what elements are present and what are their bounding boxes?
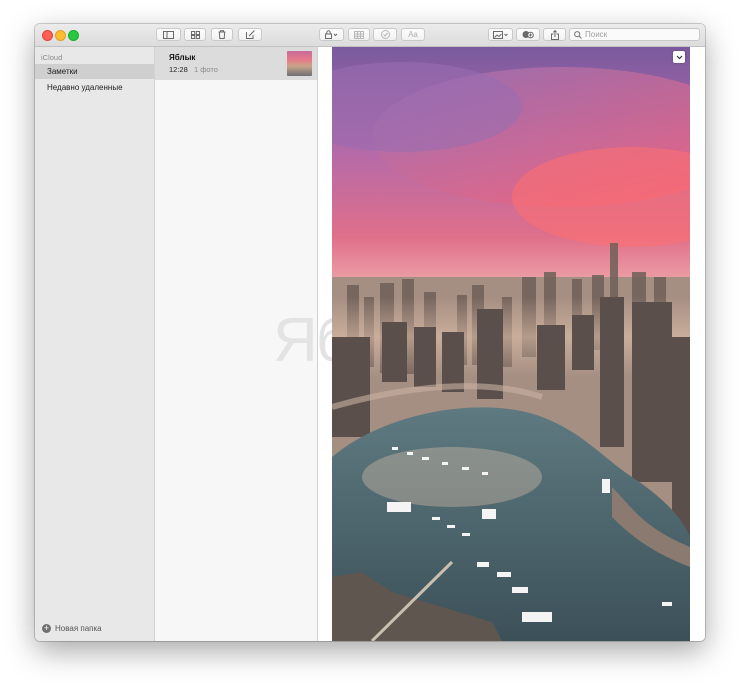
city-photo — [332, 47, 690, 641]
chevron-down-icon — [676, 55, 682, 59]
share-icon — [550, 29, 559, 40]
notes-window: Aa iCloud Заметки Недавно удаленные + Но… — [35, 24, 705, 641]
note-time: 12:28 — [169, 65, 188, 74]
collaborate-button[interactable] — [516, 28, 540, 41]
gallery-view-button[interactable] — [184, 28, 206, 41]
format-label: Aa — [408, 30, 418, 39]
trash-icon — [218, 30, 226, 39]
toolbar: Aa — [35, 24, 705, 47]
share-button[interactable] — [543, 28, 566, 41]
compose-icon — [245, 30, 255, 39]
table-icon — [354, 30, 364, 39]
note-thumbnail — [287, 51, 312, 76]
attachment-menu-button[interactable] — [673, 51, 685, 63]
sidebar-item-recently-deleted[interactable]: Недавно удаленные — [35, 80, 154, 95]
table-button[interactable] — [348, 28, 370, 41]
search-field[interactable] — [569, 28, 700, 41]
zoom-button[interactable] — [68, 30, 79, 41]
delete-button[interactable] — [211, 28, 233, 41]
new-folder-label: Новая папка — [55, 624, 102, 633]
sidebar: iCloud Заметки Недавно удаленные + Новая… — [35, 47, 155, 641]
sidebar-item-label: Недавно удаленные — [47, 83, 123, 92]
sidebar-item-label: Заметки — [47, 67, 78, 76]
search-icon — [574, 30, 582, 39]
photo-attachment[interactable] — [332, 47, 690, 641]
note-title: Яблык — [169, 53, 196, 62]
add-people-icon — [522, 31, 534, 39]
grid-icon — [190, 30, 200, 39]
format-button[interactable]: Aa — [401, 28, 425, 41]
sidebar-icon — [163, 30, 174, 39]
photo-icon — [492, 30, 508, 39]
checkmark-circle-icon — [380, 30, 390, 39]
plus-circle-icon: + — [42, 623, 51, 633]
lock-button[interactable] — [319, 28, 344, 41]
account-header: iCloud — [41, 53, 63, 62]
search-input[interactable] — [582, 30, 685, 39]
new-folder-button[interactable]: + Новая папка — [42, 624, 102, 633]
list-item[interactable]: Яблык 12:28 1 фото — [155, 47, 317, 80]
checklist-button[interactable] — [373, 28, 397, 41]
note-subtitle: 1 фото — [194, 65, 218, 74]
insert-media-button[interactable] — [488, 28, 513, 41]
minimize-button[interactable] — [55, 30, 66, 41]
sidebar-toggle-button[interactable] — [156, 28, 181, 41]
close-button[interactable] — [42, 30, 53, 41]
note-editor[interactable]: Яб — [273, 47, 705, 641]
sidebar-item-notes[interactable]: Заметки — [35, 64, 154, 79]
lock-icon — [324, 30, 337, 39]
new-note-button[interactable] — [238, 28, 262, 41]
